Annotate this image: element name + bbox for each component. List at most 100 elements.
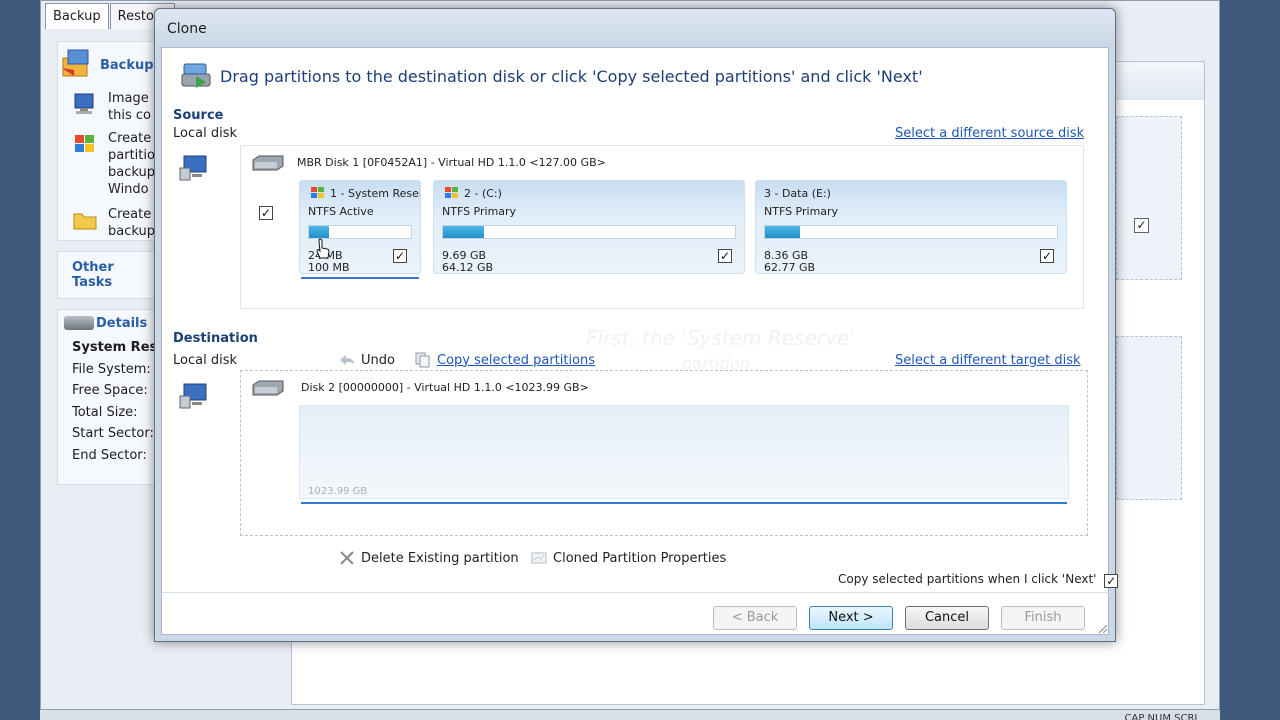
partition-usage-bar xyxy=(764,225,1058,239)
details-title: Details xyxy=(96,316,148,331)
windows-logo-icon xyxy=(311,187,324,198)
partition-type: NTFS Primary xyxy=(442,205,517,218)
background-lower-pane xyxy=(291,643,1205,705)
select-source-disk-link[interactable]: Select a different source disk xyxy=(895,126,1084,141)
copy-selected-partitions[interactable]: Copy selected partitions xyxy=(414,352,595,368)
wizard-header: Drag partitions to the destination disk … xyxy=(178,58,923,94)
usage-fill xyxy=(443,226,484,238)
details-partition-name: System Rese xyxy=(72,340,156,355)
background-disk-card-2 xyxy=(1116,336,1182,500)
task-label: Create backup xyxy=(108,207,155,239)
undo-icon xyxy=(340,355,354,365)
source-disk-checkbox[interactable]: ✓ xyxy=(259,206,273,220)
detail-total-size: Total Size: xyxy=(72,404,138,420)
source-computer-icon xyxy=(179,155,207,181)
background-checkbox[interactable]: ✓ xyxy=(1134,218,1149,233)
windows-logo-icon xyxy=(445,187,458,198)
destination-title: Destination xyxy=(173,331,258,346)
partition-usage-bar xyxy=(308,225,412,239)
windows-logo-icon xyxy=(75,135,94,152)
source-disk-label: MBR Disk 1 [0F0452A1] - Virtual HD 1.1.0… xyxy=(297,156,606,169)
copy-selected-link[interactable]: Copy selected partitions xyxy=(437,353,595,368)
partition-name: 1 - System Reserv xyxy=(330,187,420,200)
destination-disk-box[interactable]: Disk 2 [00000000] - Virtual HD 1.1.0 <10… xyxy=(240,370,1088,536)
task-sidebar: Backup Image this co Create partitio bac… xyxy=(57,41,157,489)
partition-name: 2 - (C:) xyxy=(464,187,502,200)
detail-start-sector: Start Sector: xyxy=(72,426,154,441)
hard-drive-icon xyxy=(252,380,284,396)
source-partition-2[interactable]: 2 - (C:) NTFS Primary 9.69 GB 64.12 GB ✓ xyxy=(433,180,745,274)
backup-panel: Backup Image this co Create partitio bac… xyxy=(57,41,157,241)
source-partition-3[interactable]: 3 - Data (E:) NTFS Primary 8.36 GB 62.77… xyxy=(755,180,1067,274)
backup-panel-title: Backup xyxy=(100,58,154,73)
backup-panel-header[interactable]: Backup xyxy=(58,42,156,90)
destination-computer-icon xyxy=(179,383,207,409)
source-disk-box: MBR Disk 1 [0F0452A1] - Virtual HD 1.1.0… xyxy=(240,145,1084,309)
delete-label: Delete Existing partition xyxy=(361,550,519,566)
destination-indicator xyxy=(301,502,1067,504)
delete-x-icon xyxy=(340,551,354,565)
footer-divider xyxy=(162,592,1110,593)
partition-total: 100 MB xyxy=(308,261,350,274)
cloned-partition-properties-button[interactable]: Cloned Partition Properties xyxy=(530,550,726,566)
disk-drive-icon xyxy=(64,316,94,330)
partition-name: 3 - Data (E:) xyxy=(764,187,831,200)
destination-subtitle: Local disk xyxy=(173,353,237,368)
partition-usage-bar xyxy=(442,225,736,239)
cancel-button[interactable]: Cancel xyxy=(905,606,989,630)
hard-drive-icon xyxy=(252,155,284,171)
usage-fill xyxy=(309,226,330,238)
properties-icon xyxy=(531,552,547,564)
properties-label: Cloned Partition Properties xyxy=(553,550,727,566)
tab-backup[interactable]: Backup xyxy=(45,3,109,29)
partition-type: NTFS Primary xyxy=(764,205,839,218)
destination-disk-label: Disk 2 [00000000] - Virtual HD 1.1.0 <10… xyxy=(301,381,589,394)
dialog-title: Clone xyxy=(155,9,1115,47)
partition-checkbox[interactable]: ✓ xyxy=(718,249,732,263)
delete-existing-partition-button[interactable]: Delete Existing partition xyxy=(338,550,519,566)
clone-dialog: Clone Drag partitions to the destination… xyxy=(154,8,1119,642)
watermark-line-1: First, the 'System Reserve' xyxy=(586,326,855,350)
partition-checkbox[interactable]: ✓ xyxy=(1040,249,1054,263)
partition-total: 62.77 GB xyxy=(764,261,816,274)
backup-icon xyxy=(62,49,89,77)
partition-type: NTFS Active xyxy=(308,205,374,218)
back-button[interactable]: < Back xyxy=(713,606,797,630)
select-target-disk-link[interactable]: Select a different target disk xyxy=(895,353,1081,368)
hand-cursor-icon xyxy=(316,238,330,259)
task-image-computer[interactable]: Image this co xyxy=(58,90,156,126)
partition-total: 64.12 GB xyxy=(442,261,494,274)
finish-button[interactable]: Finish xyxy=(1001,606,1085,630)
status-bar: CAP NUM SCRL xyxy=(40,710,1220,720)
unallocated-space[interactable]: 1023.99 GB xyxy=(299,405,1069,499)
task-create-partition-backup[interactable]: Create partitio backup Windo xyxy=(58,130,156,202)
undo-button[interactable]: Undo xyxy=(338,352,395,368)
wizard-instruction: Drag partitions to the destination disk … xyxy=(220,66,923,86)
task-label: Create partitio backup Windo xyxy=(108,131,155,197)
next-button[interactable]: Next > xyxy=(809,606,893,630)
selected-indicator xyxy=(301,277,419,279)
copy-on-next-option: Copy selected partitions when I click 'N… xyxy=(838,572,1119,588)
copy-on-next-label: Copy selected partitions when I click 'N… xyxy=(838,572,1097,586)
background-disk-card xyxy=(1116,116,1182,280)
partition-checkbox[interactable]: ✓ xyxy=(393,249,407,263)
clone-wizard-icon xyxy=(181,63,211,88)
computer-icon xyxy=(74,93,94,114)
source-subtitle: Local disk xyxy=(173,126,237,141)
copy-icon xyxy=(415,352,430,368)
folder-icon xyxy=(73,213,97,230)
task-label: Image this co xyxy=(108,91,151,123)
other-tasks-title[interactable]: Other Tasks xyxy=(58,252,156,298)
details-header[interactable]: Details xyxy=(58,310,156,337)
detail-file-system: File System: xyxy=(72,361,151,377)
copy-on-next-checkbox[interactable]: ✓ xyxy=(1104,574,1119,588)
resize-grip-icon[interactable] xyxy=(1096,622,1108,634)
other-tasks-panel[interactable]: Other Tasks xyxy=(57,251,157,299)
dialog-client: Drag partitions to the destination disk … xyxy=(161,47,1119,635)
task-create-file-backup[interactable]: Create backup xyxy=(58,206,156,242)
detail-end-sector: End Sector: xyxy=(72,447,147,463)
unallocated-size: 1023.99 GB xyxy=(308,486,368,497)
detail-free-space: Free Space: xyxy=(72,383,148,398)
details-panel: Details System Rese File System: Free Sp… xyxy=(57,309,157,485)
usage-fill xyxy=(765,226,801,238)
